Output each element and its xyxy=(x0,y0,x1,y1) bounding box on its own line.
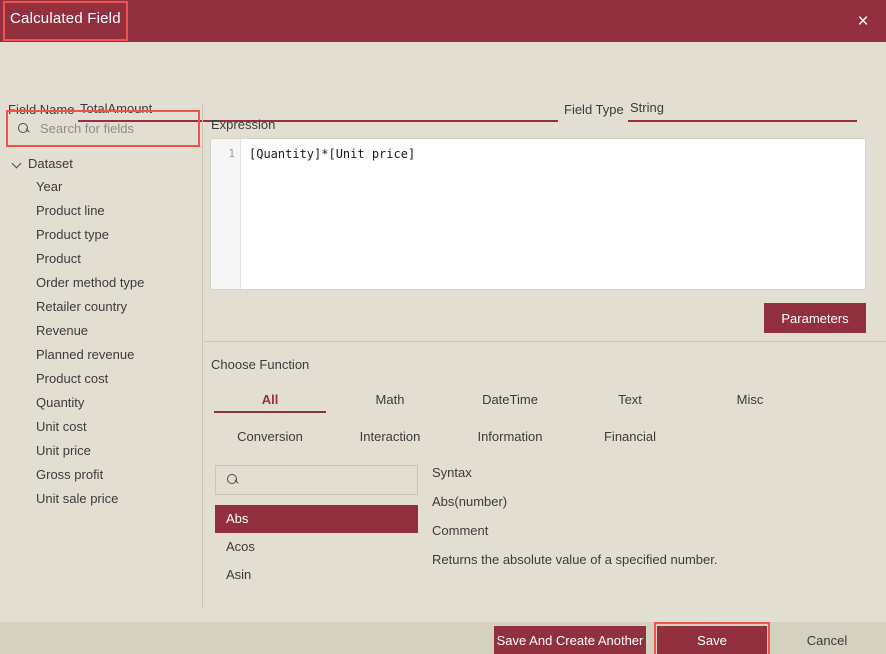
tab-conversion[interactable]: Conversion xyxy=(210,425,330,450)
function-item-asin[interactable]: Asin xyxy=(215,561,418,589)
field-item-revenue[interactable]: Revenue xyxy=(0,319,203,343)
function-search-box[interactable] xyxy=(215,465,418,495)
field-item-order-method-type[interactable]: Order method type xyxy=(0,271,203,295)
field-item-retailer-country[interactable]: Retailer country xyxy=(0,295,203,319)
tree-root-label: Dataset xyxy=(28,156,73,171)
search-icon xyxy=(227,474,239,486)
field-item-product[interactable]: Product xyxy=(0,247,203,271)
function-item-acos[interactable]: Acos xyxy=(215,533,418,561)
comment-value: Returns the absolute value of a specifie… xyxy=(432,552,872,567)
function-detail: Syntax Abs(number) Comment Returns the a… xyxy=(432,465,872,581)
dialog-titlebar: Calculated Field × xyxy=(0,0,886,42)
field-item-unit-price[interactable]: Unit price xyxy=(0,439,203,463)
field-item-unit-cost[interactable]: Unit cost xyxy=(0,415,203,439)
search-input[interactable] xyxy=(40,121,190,136)
parameters-button[interactable]: Parameters xyxy=(764,303,866,333)
field-meta-row: Field Name Field Type String xyxy=(0,42,886,88)
fields-tree: Dataset Year Product line Product type P… xyxy=(0,152,203,511)
search-icon xyxy=(18,123,30,135)
field-item-product-line[interactable]: Product line xyxy=(0,199,203,223)
expression-label: Expression xyxy=(211,117,275,132)
field-type-value: String xyxy=(630,100,664,115)
function-item-abs[interactable]: Abs xyxy=(215,505,418,533)
tab-all[interactable]: All xyxy=(210,388,330,413)
field-item-year[interactable]: Year xyxy=(0,175,203,199)
dialog-title: Calculated Field xyxy=(10,10,121,27)
close-icon[interactable]: × xyxy=(840,0,886,42)
field-type-label: Field Type xyxy=(564,102,624,117)
function-list: Abs Acos Asin xyxy=(215,505,418,589)
function-search-input[interactable] xyxy=(248,473,408,487)
save-button[interactable]: Save xyxy=(657,626,767,654)
tab-financial[interactable]: Financial xyxy=(570,425,690,450)
expression-code[interactable]: [Quantity]*[Unit price] xyxy=(241,139,865,289)
tab-text[interactable]: Text xyxy=(570,388,690,413)
field-search-box[interactable] xyxy=(8,112,196,145)
fields-panel: Dataset Year Product line Product type P… xyxy=(0,104,203,608)
syntax-label: Syntax xyxy=(432,465,872,480)
field-item-quantity[interactable]: Quantity xyxy=(0,391,203,415)
choose-function-label: Choose Function xyxy=(211,357,309,372)
save-and-create-another-button[interactable]: Save And Create Another xyxy=(494,626,646,654)
tab-math[interactable]: Math xyxy=(330,388,450,413)
field-item-product-cost[interactable]: Product cost xyxy=(0,367,203,391)
field-item-planned-revenue[interactable]: Planned revenue xyxy=(0,343,203,367)
calculated-field-dialog: Calculated Field × Field Name Field Type… xyxy=(0,0,886,654)
tab-interaction[interactable]: Interaction xyxy=(330,425,450,450)
editor-line-numbers: 1 xyxy=(211,139,241,289)
cancel-button[interactable]: Cancel xyxy=(785,626,869,654)
tab-datetime[interactable]: DateTime xyxy=(450,388,570,413)
field-item-product-type[interactable]: Product type xyxy=(0,223,203,247)
function-tab-row-1: All Math DateTime Text Misc xyxy=(210,388,870,413)
field-item-gross-profit[interactable]: Gross profit xyxy=(0,463,203,487)
chevron-down-icon[interactable] xyxy=(12,159,22,169)
field-item-unit-sale-price[interactable]: Unit sale price xyxy=(0,487,203,511)
function-tab-row-2: Conversion Interaction Information Finan… xyxy=(210,425,870,450)
tab-misc[interactable]: Misc xyxy=(690,388,810,413)
tree-root-dataset[interactable]: Dataset xyxy=(0,152,203,175)
function-category-tabs: All Math DateTime Text Misc Conversion I… xyxy=(210,388,870,450)
tab-information[interactable]: Information xyxy=(450,425,570,450)
syntax-value: Abs(number) xyxy=(432,494,872,509)
expression-editor[interactable]: 1 [Quantity]*[Unit price] xyxy=(210,138,866,290)
comment-label: Comment xyxy=(432,523,872,538)
field-type-select[interactable]: String xyxy=(628,100,857,122)
section-divider xyxy=(204,341,886,342)
